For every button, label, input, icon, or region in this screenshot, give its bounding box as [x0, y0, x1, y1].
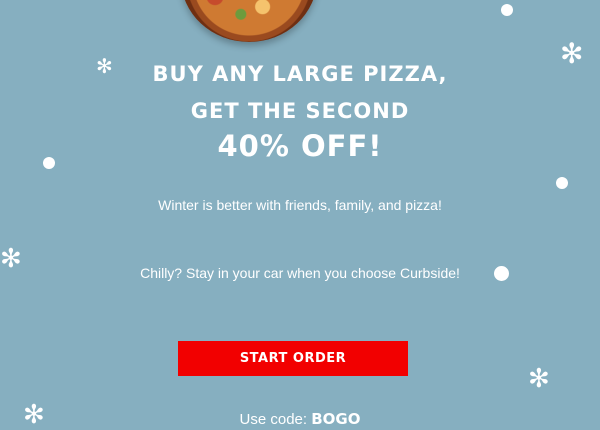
promo-code-label: Use code: [239, 411, 308, 428]
promo-email-page: BUY ANY LARGE PIZZA, GET THE SECOND 40% … [0, 0, 600, 429]
headline-line-3: 40% OFF! [217, 129, 383, 163]
snow-dot [494, 266, 509, 281]
body-text-winter: Winter is better with friends, family, a… [158, 197, 442, 213]
snowflake-icon: ✻ [0, 244, 22, 274]
headline-line-2: GET THE SECOND [190, 99, 410, 123]
snowflake-icon: ✻ [23, 400, 45, 430]
promo-code-line: Use code: BOGO [0, 410, 600, 428]
promo-code-value: BOGO [311, 410, 361, 428]
snowflake-icon: ✻ [96, 54, 113, 78]
start-order-button[interactable]: START ORDER [178, 341, 408, 376]
snowflake-icon: ✻ [528, 364, 550, 394]
body-text-curbside: Chilly? Stay in your car when you choose… [140, 265, 460, 281]
snowflake-icon: ✻ [560, 37, 584, 70]
snow-dot [556, 177, 568, 189]
snow-dot [43, 157, 55, 169]
snow-dot [501, 4, 513, 16]
pizza-image [181, 0, 317, 42]
headline-line-1: BUY ANY LARGE PIZZA, [152, 62, 448, 86]
